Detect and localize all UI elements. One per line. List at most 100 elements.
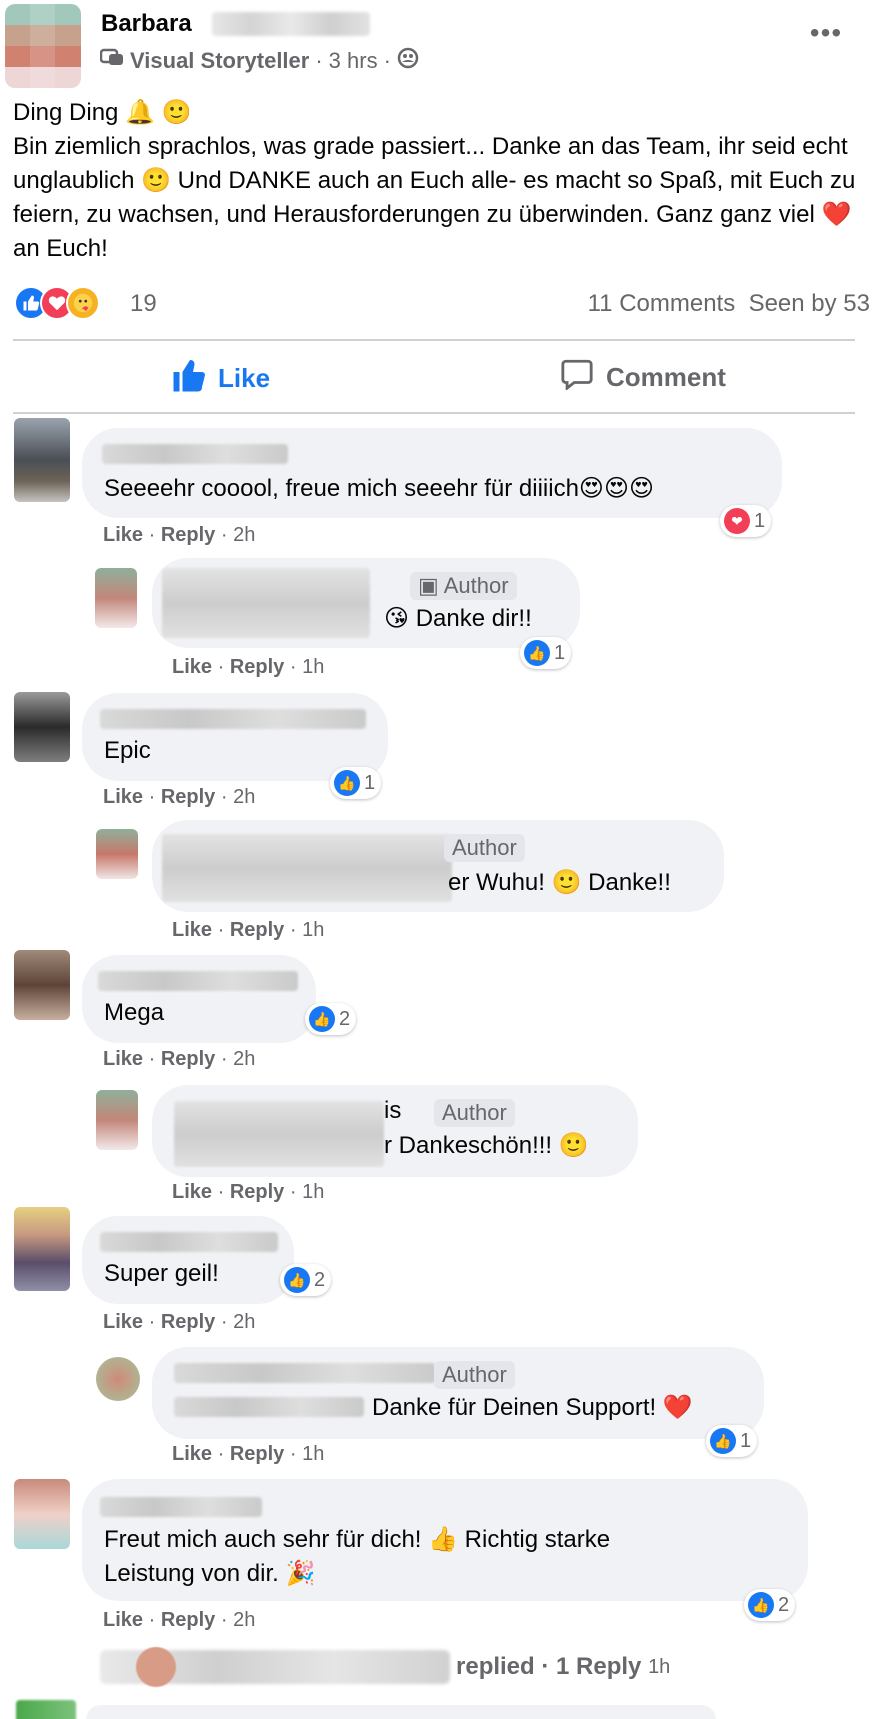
reply-reaction[interactable]: 👍 1 [706, 1425, 758, 1457]
reply-avatar[interactable] [95, 568, 137, 628]
replier-name-blurred[interactable] [174, 1101, 384, 1167]
post-time[interactable]: 3 hrs [329, 48, 378, 74]
comment-avatar[interactable] [14, 418, 70, 502]
sep: · [217, 919, 225, 941]
commenter-name-blurred[interactable] [100, 1497, 262, 1517]
more-icon[interactable]: ••• [806, 19, 846, 49]
comment-like[interactable]: Like [103, 1609, 143, 1631]
comment-avatar[interactable] [14, 1479, 70, 1549]
reply-like[interactable]: Like [172, 1443, 212, 1465]
comment-avatar[interactable] [14, 1207, 70, 1291]
comment-reply[interactable]: Reply [161, 1609, 215, 1631]
comment-icon [560, 358, 594, 397]
comment-reply[interactable]: Reply [161, 1048, 215, 1070]
sep: · [148, 524, 156, 546]
reply-time[interactable]: 1h [302, 1443, 324, 1465]
comment-time[interactable]: 2h [233, 1311, 255, 1333]
reply-actions: Like · Reply · 1h [172, 919, 324, 942]
reply-like[interactable]: Like [172, 919, 212, 941]
sep: · [148, 1048, 156, 1070]
comment-time[interactable]: 2h [233, 1048, 255, 1070]
commenter-name-blurred[interactable] [100, 709, 366, 729]
care-reaction-icon[interactable] [66, 286, 100, 320]
comment-avatar[interactable] [16, 1700, 76, 1719]
author-badge-label: Author [442, 1362, 507, 1387]
comment-reaction[interactable]: 👍 1 [330, 767, 382, 799]
comment-reply[interactable]: Reply [161, 1311, 215, 1333]
reply-reaction-count: 1 [740, 1429, 752, 1452]
reply-time[interactable]: 1h [302, 1181, 324, 1203]
like-button[interactable]: Like [172, 358, 270, 399]
author-badge: Author [434, 1361, 515, 1389]
comment-reaction[interactable]: 👍 2 [280, 1264, 332, 1296]
comment-text: Epic [104, 737, 151, 764]
like-reaction-icon: 👍 [748, 1592, 774, 1618]
reply-avatar[interactable] [96, 829, 138, 879]
subline-sep: · [315, 48, 323, 73]
commenter-name-blurred[interactable] [102, 444, 288, 464]
comment-reaction[interactable]: ❤ 1 [720, 505, 772, 537]
sep: · [289, 919, 297, 941]
comment-count[interactable]: 11 Comments [588, 290, 736, 317]
replier-name-blurred[interactable] [174, 1363, 436, 1383]
reply-avatar[interactable] [96, 1090, 138, 1150]
sep: · [220, 1048, 228, 1070]
post-text-line1: Ding Ding 🔔 🙂 [13, 99, 192, 126]
sep: · [148, 1609, 156, 1631]
comment-reply[interactable]: Reply [161, 524, 215, 546]
comment-time[interactable]: 2h [233, 1609, 255, 1631]
sep: · [217, 1443, 225, 1465]
reply-reaction-count: 1 [554, 641, 566, 664]
reply-like[interactable]: Like [172, 656, 212, 678]
comment-like[interactable]: Like [103, 1048, 143, 1070]
visual-storyteller-icon: ▣ [418, 573, 439, 598]
seen-by[interactable]: Seen by 53 [749, 290, 870, 317]
comment-actions: Like · Reply · 2h [103, 524, 255, 547]
comment-reaction-count: 2 [778, 1593, 790, 1616]
reply-reply[interactable]: Reply [230, 1443, 284, 1465]
reply-time[interactable]: 1h [302, 656, 324, 678]
comment-actions: Like · Reply · 2h [103, 1048, 255, 1071]
comment-bubble: Super geil! [82, 1216, 294, 1304]
sep: · [289, 656, 297, 678]
comment-like[interactable]: Like [103, 524, 143, 546]
reply-time[interactable]: 1h [302, 919, 324, 941]
reply-reaction[interactable]: 👍 1 [520, 637, 572, 669]
comment-like[interactable]: Like [103, 786, 143, 808]
author-role[interactable]: Visual Storyteller [130, 48, 309, 74]
comment-time[interactable]: 2h [233, 786, 255, 808]
replier-name-blurred[interactable] [162, 568, 370, 638]
replied-label: replied · 1 Reply [456, 1653, 642, 1680]
like-thumb-icon [172, 358, 208, 399]
commenter-name-blurred[interactable] [100, 1232, 278, 1252]
author-badge: ▣ Author [410, 572, 517, 600]
author-name[interactable]: Barbara [101, 10, 192, 38]
reply-text: Danke für Deinen Support! ❤️ [372, 1394, 693, 1421]
view-replies[interactable]: replied · 1 Reply 1h [100, 1647, 670, 1687]
comment-avatar[interactable] [14, 692, 70, 762]
author-avatar[interactable] [5, 4, 81, 88]
post-text-body: Bin ziemlich sprachlos, was grade passie… [13, 133, 856, 262]
comment-reaction[interactable]: 👍 2 [305, 1003, 357, 1035]
tagged-user-blurred[interactable] [174, 1397, 364, 1417]
comment-reaction[interactable]: 👍 2 [744, 1589, 796, 1621]
reply-text: r Dankeschön!!! 🙂 [384, 1132, 589, 1159]
reply-like[interactable]: Like [172, 1181, 212, 1203]
reply-avatar[interactable] [96, 1357, 140, 1401]
reply-reply[interactable]: Reply [230, 1181, 284, 1203]
comment-bubble [86, 1705, 716, 1719]
reply-reply[interactable]: Reply [230, 919, 284, 941]
friends-audience-icon[interactable] [397, 47, 419, 75]
comment-like[interactable]: Like [103, 1311, 143, 1333]
comment-avatar[interactable] [14, 950, 70, 1020]
reply-reply[interactable]: Reply [230, 656, 284, 678]
commenter-name-blurred[interactable] [98, 971, 298, 991]
reaction-icons[interactable] [14, 286, 100, 320]
comment-reply[interactable]: Reply [161, 786, 215, 808]
comment-button[interactable]: Comment [560, 358, 726, 397]
replier-name-blurred[interactable] [162, 834, 452, 902]
sep: · [220, 1311, 228, 1333]
reply-text: 😘 Danke dir!! [384, 605, 532, 632]
reaction-count[interactable]: 19 [130, 290, 157, 318]
comment-time[interactable]: 2h [233, 524, 255, 546]
